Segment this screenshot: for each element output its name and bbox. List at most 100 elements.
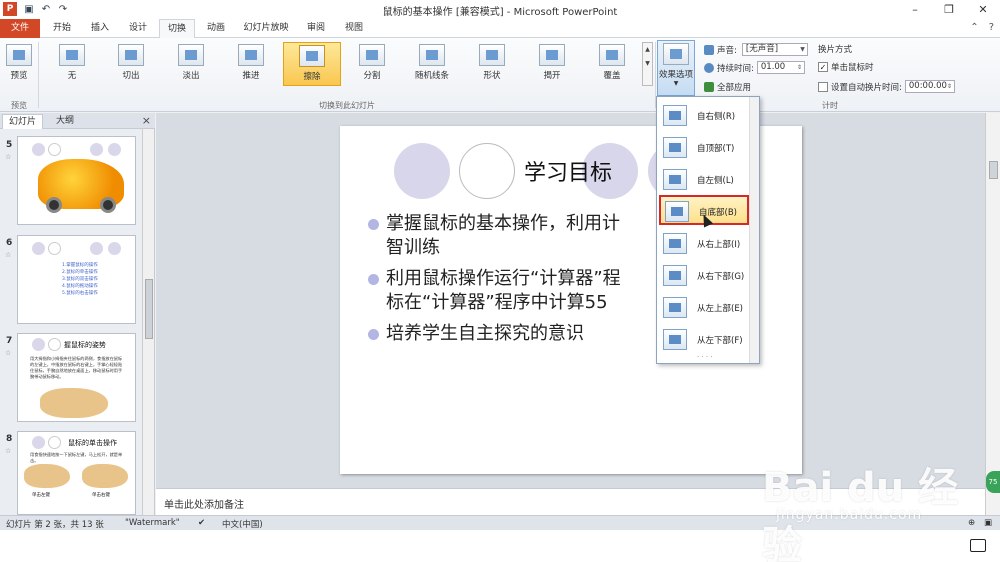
- close-button[interactable]: ✕: [966, 0, 1000, 19]
- transition-uncover[interactable]: 揭开: [532, 42, 572, 86]
- theme-status: "Watermark": [125, 518, 180, 528]
- group-label-transitions: 切换到此幻灯片: [319, 101, 375, 110]
- slide-thumbnail-8[interactable]: 鼠标的单击操作 用食指快速地按一下鼠标左键，马上松开，就是单击。 单击左键 单击…: [17, 431, 136, 515]
- scrollbar-thumb[interactable]: [145, 279, 153, 339]
- minimize-button[interactable]: –: [898, 0, 932, 19]
- transition-wipe[interactable]: 擦除: [283, 42, 341, 86]
- tab-slides[interactable]: 幻灯片: [2, 114, 44, 129]
- transition-push[interactable]: 推进: [231, 42, 271, 86]
- transition-cut[interactable]: 切出: [111, 42, 151, 86]
- menu-item-label: 从左上部(E): [697, 304, 744, 314]
- auto-advance-input[interactable]: 00:00.00 ⇕: [904, 80, 955, 93]
- apply-all-button[interactable]: 全部应用: [704, 81, 751, 93]
- tab-design[interactable]: 设计: [122, 19, 154, 38]
- restore-button[interactable]: ❐: [932, 0, 966, 19]
- effect-from-top-right[interactable]: 从右上部(I): [659, 229, 749, 259]
- transition-split[interactable]: 分割: [352, 42, 392, 86]
- tab-review[interactable]: 审阅: [300, 19, 332, 38]
- transition-fade[interactable]: 淡出: [171, 42, 211, 86]
- menu-scrollbar[interactable]: [749, 97, 759, 363]
- on-click-checkbox[interactable]: ✓: [818, 62, 828, 72]
- menu-item-label: 自顶部(T): [697, 144, 735, 154]
- slides-panel-scrollbar[interactable]: [142, 129, 154, 515]
- chevron-down-icon: ▼: [800, 46, 805, 53]
- duration-input[interactable]: 01.00 ⇕: [756, 61, 805, 74]
- sound-value: [无声音]: [745, 44, 779, 54]
- slides-panel: 幻灯片 大纲 × 5 ☆ 6 ☆ 1.掌握鼠标的操作 2.鼠标的单击操作 3.鼠…: [0, 113, 155, 515]
- thumbnail-body-text: 用大拇指和小拇指夹住鼠标的两侧，食指放在鼠标的左键上，中指放在鼠标的右键上，手掌…: [30, 356, 123, 379]
- decor-circle: [459, 143, 515, 199]
- tab-view[interactable]: 视图: [338, 19, 370, 38]
- effect-from-left[interactable]: 自左侧(L): [659, 165, 749, 195]
- transition-shape-icon: [479, 44, 505, 66]
- tab-outline[interactable]: 大纲: [50, 114, 80, 129]
- transition-random-bars[interactable]: 随机线条: [410, 42, 454, 86]
- transition-star-icon: ☆: [5, 447, 12, 455]
- slides-panel-tabs: 幻灯片 大纲 ×: [0, 113, 155, 129]
- sound-select[interactable]: [无声音] ▼: [741, 43, 808, 56]
- slide-title[interactable]: 学习目标: [524, 155, 612, 187]
- scrollbar-thumb[interactable]: [989, 161, 998, 179]
- transition-none[interactable]: 无: [52, 42, 92, 86]
- help-icon[interactable]: ?: [989, 22, 994, 33]
- tab-slideshow[interactable]: 幻灯片放映: [238, 19, 294, 38]
- outline-link: 4.鼠标的拖动操作: [62, 284, 98, 289]
- preview-label: 预览: [10, 71, 28, 81]
- slide-count-status: 幻灯片 第 2 张，共 13 张: [6, 520, 104, 530]
- transition-label: 覆盖: [603, 71, 621, 81]
- tab-transitions[interactable]: 切换: [159, 19, 195, 39]
- close-icon[interactable]: ×: [142, 114, 151, 127]
- effect-from-top-left[interactable]: 从左上部(E): [659, 293, 749, 323]
- decor-circle: [32, 436, 45, 449]
- tab-home[interactable]: 开始: [46, 19, 78, 38]
- transition-shape[interactable]: 形状: [472, 42, 512, 86]
- effect-from-right[interactable]: 自右侧(R): [659, 101, 749, 131]
- slide-thumbnail-5[interactable]: [17, 136, 136, 225]
- tab-animations[interactable]: 动画: [200, 19, 232, 38]
- transition-label: 切出: [122, 71, 140, 81]
- tab-insert[interactable]: 插入: [84, 19, 116, 38]
- slide-thumbnail-6[interactable]: 1.掌握鼠标的操作 2.鼠标的单击操作 3.鼠标的双击操作 4.鼠标的拖动操作 …: [17, 235, 136, 324]
- outline-link: 1.掌握鼠标的操作: [62, 263, 98, 268]
- transition-star-icon: ☆: [5, 153, 12, 161]
- spinner-icon[interactable]: ⇕: [797, 62, 802, 73]
- baidu-watermark: Bai du 经验 jingyan.baidu.com: [762, 455, 992, 562]
- menu-item-label: 从右上部(I): [697, 240, 741, 250]
- green-badge[interactable]: 75: [986, 471, 1000, 493]
- slide-bullet[interactable]: 培养学生自主探究的意识: [368, 322, 584, 346]
- slide-bullet[interactable]: 掌握鼠标的基本操作，利用计 智训练: [368, 212, 620, 260]
- sound-label: 声音:: [717, 45, 737, 56]
- preview-button[interactable]: 预览: [4, 42, 34, 86]
- slide-bullet[interactable]: 利用鼠标操作运行“计算器”程 标在“计算器”程序中计算55: [368, 267, 621, 315]
- resize-grip-icon[interactable]: · · · ·: [697, 353, 713, 361]
- slide-thumbnail-7[interactable]: 握鼠标的姿势 用大拇指和小拇指夹住鼠标的两侧，食指放在鼠标的左键上，中指放在鼠标…: [17, 333, 136, 422]
- menu-item-label: 从右下部(G): [697, 272, 745, 282]
- on-click-option[interactable]: ✓ 单击鼠标时: [818, 61, 874, 73]
- tab-file[interactable]: 文件: [0, 19, 40, 38]
- bullet-line: 培养学生自主探究的意识: [386, 323, 584, 344]
- spinner-icon[interactable]: ⇕: [947, 81, 952, 92]
- bullet-line: 利用鼠标操作运行“计算器”程: [386, 268, 621, 289]
- effect-from-bottom-right[interactable]: 从右下部(G): [659, 261, 749, 291]
- transition-label: 揭开: [543, 71, 561, 81]
- decor-circle: [48, 242, 61, 255]
- auto-advance-checkbox[interactable]: [818, 81, 828, 92]
- transition-star-icon: ☆: [5, 349, 12, 357]
- slide-edit-area: 学习目标 掌握鼠标的基本操作，利用计 智训练 利用鼠标操作运行“计算器”程 标在…: [156, 113, 985, 488]
- transition-cover[interactable]: 覆盖: [592, 42, 632, 86]
- effect-from-top[interactable]: 自顶部(T): [659, 133, 749, 163]
- bullet-line: 掌握鼠标的基本操作，利用计: [386, 213, 620, 234]
- arrow-diagonal-icon: [663, 297, 687, 318]
- outline-link: 5.鼠标的右击操作: [62, 291, 98, 296]
- effect-options-button[interactable]: 效果选项 ▼: [657, 40, 695, 96]
- apply-all-label: 全部应用: [717, 83, 752, 93]
- gallery-scroll[interactable]: ▲ ▼: [642, 42, 653, 86]
- transition-cut-icon: [118, 44, 144, 66]
- spellcheck-icon[interactable]: ✔: [198, 518, 205, 528]
- auto-advance-option[interactable]: 设置自动换片时间: 00:00.00 ⇕: [818, 80, 955, 93]
- arrow-diagonal-icon: [663, 329, 687, 350]
- transition-label: 分割: [363, 71, 381, 81]
- minimize-ribbon-icon[interactable]: ⌃: [970, 22, 978, 33]
- bullet-line: 标在“计算器”程序中计算55: [386, 292, 608, 313]
- effect-from-bottom-left[interactable]: 从左下部(F): [659, 325, 749, 355]
